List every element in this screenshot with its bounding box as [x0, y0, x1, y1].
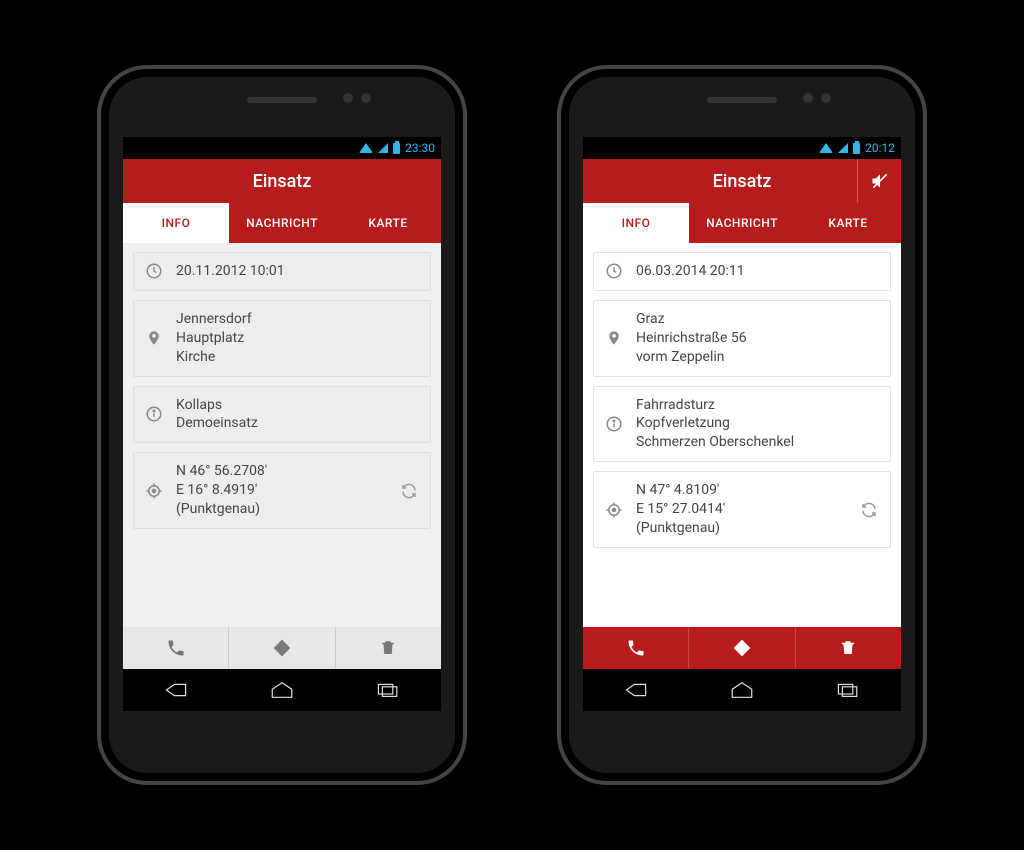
coords-line1: N 46° 56.2708' [176, 462, 386, 481]
delete-button[interactable] [796, 627, 901, 669]
tab-karte[interactable]: KARTE [335, 203, 441, 243]
android-nav-bar [583, 669, 901, 711]
battery-icon [393, 143, 400, 154]
recents-button[interactable] [831, 679, 865, 701]
location-text: Jennersdorf Hauptplatz Kirche [176, 310, 420, 367]
cell-signal-icon [838, 143, 848, 153]
coords-line1: N 47° 4.8109' [636, 481, 846, 500]
refresh-icon[interactable] [858, 501, 880, 519]
status-time: 20:12 [865, 141, 895, 155]
info-card[interactable]: Fahrradsturz Kopfverletzung Schmerzen Ob… [593, 386, 891, 463]
call-button[interactable] [123, 627, 229, 669]
action-bar [583, 627, 901, 669]
camera-dot [803, 93, 813, 103]
app-title: Einsatz [713, 171, 772, 192]
android-nav-bar [123, 669, 441, 711]
screen-right: 20:12 Einsatz INFO NACHRICHT KARTE 06.03… [583, 137, 901, 711]
clock-icon [144, 262, 164, 280]
crosshair-icon [604, 501, 624, 519]
tab-info[interactable]: INFO [583, 203, 689, 243]
screen-left: 23:30 Einsatz INFO NACHRICHT KARTE 20.11… [123, 137, 441, 711]
navigate-button[interactable] [689, 627, 795, 669]
time-text: 06.03.2014 20:11 [636, 262, 880, 281]
pin-icon [144, 328, 164, 348]
info-text: Fahrradsturz Kopfverletzung Schmerzen Ob… [636, 396, 880, 453]
info-card[interactable]: Kollaps Demoeinsatz [133, 386, 431, 444]
wifi-icon [819, 143, 833, 153]
crosshair-icon [144, 482, 164, 500]
coords-line2: E 16° 8.4919' [176, 481, 386, 500]
coords-text: N 46° 56.2708' E 16° 8.4919' (Punktgenau… [176, 462, 386, 519]
info-line3: Schmerzen Oberschenkel [636, 433, 880, 452]
tab-info[interactable]: INFO [123, 203, 229, 243]
battery-icon [853, 143, 860, 154]
time-card[interactable]: 20.11.2012 10:01 [133, 252, 431, 291]
tab-nachricht[interactable]: NACHRICHT [229, 203, 335, 243]
info-line1: Fahrradsturz [636, 396, 880, 415]
call-button[interactable] [583, 627, 689, 669]
coords-line3: (Punktgenau) [636, 519, 846, 538]
content-area: 20.11.2012 10:01 Jennersdorf Hauptplatz … [123, 243, 441, 627]
info-line1: Kollaps [176, 396, 420, 415]
info-line2: Demoeinsatz [176, 414, 420, 433]
time-card[interactable]: 06.03.2014 20:11 [593, 252, 891, 291]
coords-card[interactable]: N 46° 56.2708' E 16° 8.4919' (Punktgenau… [133, 452, 431, 529]
sensor-dot [361, 93, 371, 103]
tabs: INFO NACHRICHT KARTE [583, 203, 901, 243]
status-time: 23:30 [405, 141, 435, 155]
home-button[interactable] [725, 679, 759, 701]
pin-icon [604, 328, 624, 348]
tab-nachricht[interactable]: NACHRICHT [689, 203, 795, 243]
app-title-bar: Einsatz [583, 159, 901, 203]
phone-right: 20:12 Einsatz INFO NACHRICHT KARTE 06.03… [557, 65, 927, 785]
app-title: Einsatz [253, 171, 312, 192]
cell-signal-icon [378, 143, 388, 153]
coords-line3: (Punktgenau) [176, 500, 386, 519]
info-icon [604, 415, 624, 433]
coords-text: N 47° 4.8109' E 15° 27.0414' (Punktgenau… [636, 481, 846, 538]
camera-dot [343, 93, 353, 103]
location-line2: Heinrichstraße 56 [636, 329, 880, 348]
location-line3: vorm Zeppelin [636, 348, 880, 367]
navigate-button[interactable] [229, 627, 335, 669]
back-button[interactable] [159, 679, 193, 701]
coords-line2: E 15° 27.0414' [636, 500, 846, 519]
mute-button[interactable] [857, 159, 901, 203]
back-button[interactable] [619, 679, 653, 701]
phone-left: 23:30 Einsatz INFO NACHRICHT KARTE 20.11… [97, 65, 467, 785]
wifi-icon [359, 143, 373, 153]
info-icon [144, 405, 164, 423]
info-text: Kollaps Demoeinsatz [176, 396, 420, 434]
time-text: 20.11.2012 10:01 [176, 262, 420, 281]
sensor-dot [821, 93, 831, 103]
coords-card[interactable]: N 47° 4.8109' E 15° 27.0414' (Punktgenau… [593, 471, 891, 548]
location-line3: Kirche [176, 348, 420, 367]
action-bar [123, 627, 441, 669]
location-text: Graz Heinrichstraße 56 vorm Zeppelin [636, 310, 880, 367]
tab-karte[interactable]: KARTE [795, 203, 901, 243]
location-line1: Graz [636, 310, 880, 329]
delete-button[interactable] [336, 627, 441, 669]
recents-button[interactable] [371, 679, 405, 701]
location-card[interactable]: Graz Heinrichstraße 56 vorm Zeppelin [593, 300, 891, 377]
clock-icon [604, 262, 624, 280]
content-area: 06.03.2014 20:11 Graz Heinrichstraße 56 … [583, 243, 901, 627]
home-button[interactable] [265, 679, 299, 701]
tabs: INFO NACHRICHT KARTE [123, 203, 441, 243]
location-line2: Hauptplatz [176, 329, 420, 348]
location-card[interactable]: Jennersdorf Hauptplatz Kirche [133, 300, 431, 377]
refresh-icon[interactable] [398, 482, 420, 500]
android-status-bar: 20:12 [583, 137, 901, 159]
app-title-bar: Einsatz [123, 159, 441, 203]
android-status-bar: 23:30 [123, 137, 441, 159]
location-line1: Jennersdorf [176, 310, 420, 329]
info-line2: Kopfverletzung [636, 414, 880, 433]
